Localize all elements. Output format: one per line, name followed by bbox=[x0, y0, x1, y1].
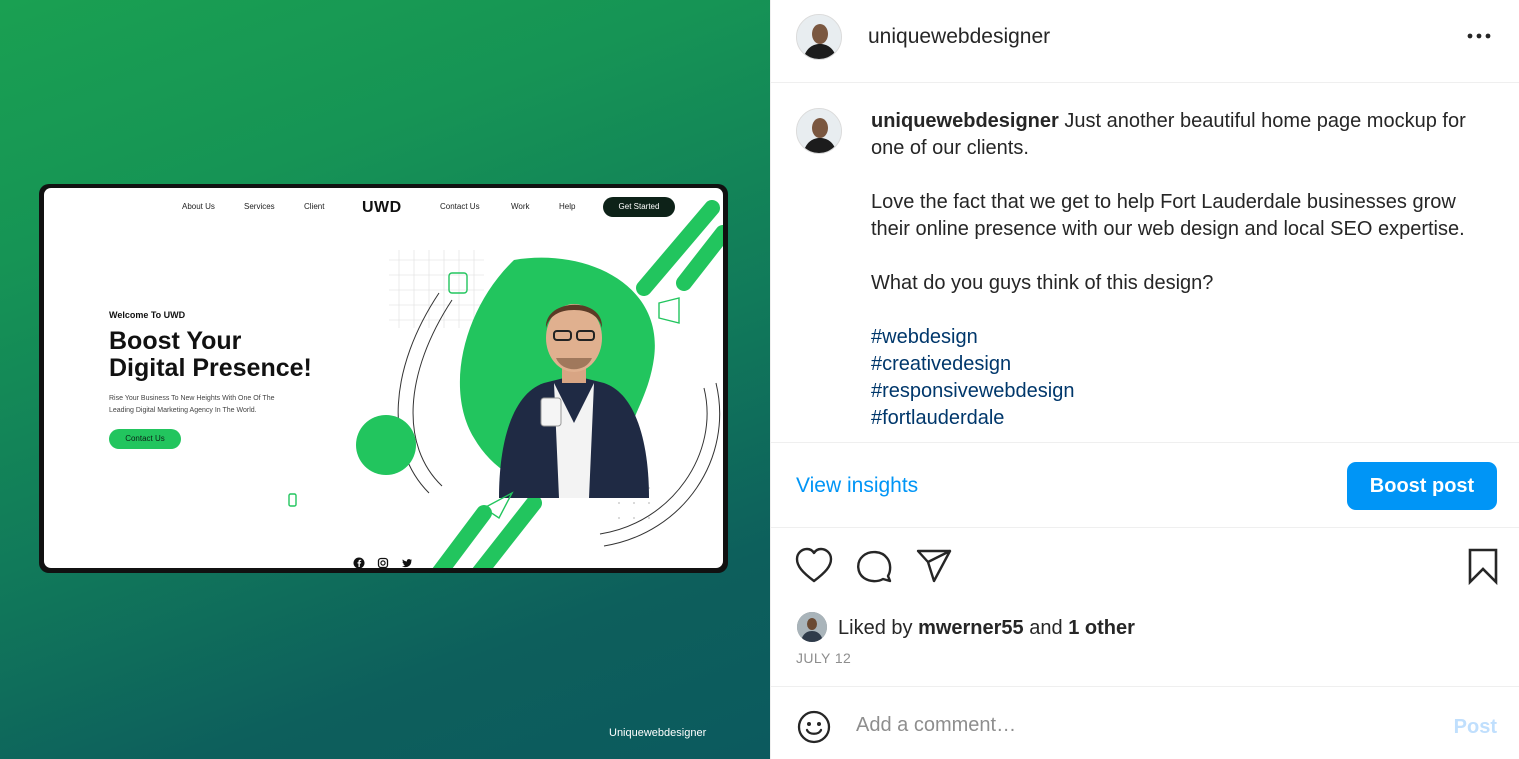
mock-get-started-button: Get Started bbox=[603, 197, 675, 217]
mock-nav-services: Services bbox=[244, 202, 275, 211]
author-username[interactable]: uniquewebdesigner bbox=[868, 25, 1050, 49]
action-bar bbox=[771, 545, 1519, 595]
hashtag-link[interactable]: #webdesign bbox=[871, 324, 1471, 351]
media-watermark: Uniquewebdesigner bbox=[609, 727, 707, 739]
mock-nav-client: Client bbox=[304, 202, 325, 211]
caption-text: uniquewebdesigner Just another beautiful… bbox=[871, 108, 1471, 432]
mock-headline-line1: Boost Your bbox=[109, 327, 242, 355]
avatar-photo bbox=[797, 612, 827, 642]
mock-headline: Boost Your Digital Presence! bbox=[109, 328, 369, 382]
save-bookmark-icon[interactable] bbox=[1463, 545, 1503, 589]
hashtag-link[interactable]: #creativedesign bbox=[871, 351, 1471, 378]
twitter-icon bbox=[402, 559, 412, 568]
caption-paragraph-2: Love the fact that we get to help Fort L… bbox=[871, 191, 1465, 240]
avatar-photo bbox=[797, 109, 841, 153]
post-sidebar: uniquewebdesigner uniquewebdesigner Just… bbox=[770, 0, 1519, 759]
likes-joiner: and bbox=[1029, 617, 1063, 639]
post-date[interactable]: JULY 12 bbox=[796, 650, 851, 666]
post-comment-button[interactable]: Post bbox=[1454, 716, 1497, 739]
instagram-icon bbox=[377, 557, 389, 568]
emoji-icon[interactable] bbox=[796, 709, 832, 745]
megaphone-icon bbox=[658, 297, 680, 324]
post-media[interactable]: About Us Services Client UWD Contact Us … bbox=[0, 0, 770, 759]
caption-paragraph-3: What do you guys think of this design? bbox=[871, 272, 1214, 294]
mock-nav-help: Help bbox=[559, 202, 576, 211]
comment-icon[interactable] bbox=[854, 545, 894, 589]
grid-pattern bbox=[389, 250, 484, 328]
mock-welcome: Welcome To UWD bbox=[109, 310, 186, 320]
comment-bar: Post bbox=[771, 686, 1519, 759]
mock-nav-contact: Contact Us bbox=[440, 202, 480, 211]
phone-icon bbox=[288, 493, 297, 507]
mock-nav-work: Work bbox=[511, 202, 530, 211]
insights-bar: View insights Boost post bbox=[771, 442, 1519, 528]
caption-username[interactable]: uniquewebdesigner bbox=[871, 110, 1059, 132]
laptop-mockup: About Us Services Client UWD Contact Us … bbox=[39, 184, 728, 573]
mock-subtext-line1: Rise Your Business To New Heights With O… bbox=[109, 395, 275, 402]
boost-post-button[interactable]: Boost post bbox=[1347, 462, 1497, 510]
hashtag-link[interactable]: #responsivewebdesign bbox=[871, 378, 1471, 405]
share-icon[interactable] bbox=[914, 545, 954, 589]
caption-avatar[interactable] bbox=[796, 108, 842, 154]
more-options-icon[interactable] bbox=[1466, 26, 1492, 46]
mockup-screen: About Us Services Client UWD Contact Us … bbox=[44, 188, 723, 568]
likes-others-link[interactable]: 1 other bbox=[1068, 617, 1135, 639]
caption-first-paragraph: uniquewebdesigner Just another beautiful… bbox=[871, 108, 1471, 162]
mock-subtext: Rise Your Business To New Heights With O… bbox=[109, 393, 329, 417]
mock-subtext-line2: Leading Digital Marketing Agency In The … bbox=[109, 407, 257, 414]
view-insights-link[interactable]: View insights bbox=[796, 474, 918, 498]
avatar-photo bbox=[797, 15, 841, 59]
post-header: uniquewebdesigner bbox=[771, 0, 1519, 83]
mock-contact-button: Contact Us bbox=[109, 429, 181, 449]
liker-avatar[interactable] bbox=[797, 612, 827, 642]
mock-headline-line2: Digital Presence! bbox=[109, 354, 312, 382]
like-heart-icon[interactable] bbox=[794, 545, 834, 589]
mock-logo: UWD bbox=[362, 199, 402, 216]
mock-nav-about: About Us bbox=[182, 202, 215, 211]
hashtag-link[interactable]: #fortlauderdale bbox=[871, 405, 1471, 432]
liker-username[interactable]: mwerner55 bbox=[918, 617, 1024, 639]
caption-area[interactable]: uniquewebdesigner Just another beautiful… bbox=[771, 84, 1519, 442]
likes-prefix: Liked by bbox=[838, 617, 913, 639]
facebook-icon bbox=[353, 557, 365, 568]
comment-input[interactable] bbox=[856, 705, 1416, 745]
author-avatar[interactable] bbox=[796, 14, 842, 60]
likes-text: Liked by mwerner55 and 1 other bbox=[838, 617, 1135, 640]
